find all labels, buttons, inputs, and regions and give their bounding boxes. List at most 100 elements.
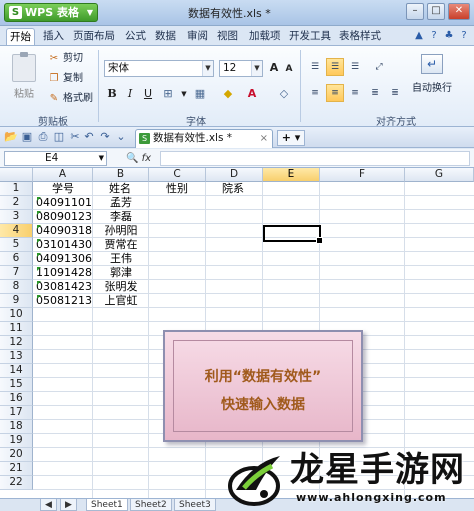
cell-b5[interactable]: 贾常在	[93, 238, 149, 252]
tab-page-layout[interactable]: 页面布局	[70, 28, 118, 46]
underline-button[interactable]: U	[140, 86, 156, 102]
formula-input[interactable]	[160, 151, 470, 166]
font-size-select[interactable]: 12 ▼	[219, 60, 263, 77]
help-icon[interactable]: ?	[428, 30, 440, 42]
align-left-button[interactable]: ≡	[306, 84, 324, 102]
align-middle-button[interactable]: ☰	[326, 58, 344, 76]
column-header-f[interactable]: F	[320, 168, 405, 182]
font-color-icon[interactable]: A	[244, 86, 260, 102]
row-header-11[interactable]: 11	[0, 322, 33, 336]
row-header-17[interactable]: 17	[0, 406, 33, 420]
column-header-b[interactable]: B	[93, 168, 149, 182]
cell-a8[interactable]: 03081423	[36, 280, 92, 294]
row-header-12[interactable]: 12	[0, 336, 33, 350]
column-header-g[interactable]: G	[405, 168, 474, 182]
cell-b6[interactable]: 王伟	[93, 252, 149, 266]
copy-button[interactable]: ❐ 复制	[48, 71, 83, 86]
skin-icon[interactable]: ♣	[443, 30, 455, 42]
sheet-tab-3[interactable]: Sheet3	[174, 499, 216, 511]
row-header-7[interactable]: 7	[0, 266, 33, 280]
tab-table-style[interactable]: 表格样式	[336, 28, 384, 46]
cell-a3[interactable]: 08090123	[36, 210, 92, 224]
row-header-3[interactable]: 3	[0, 210, 33, 224]
sheet-nav-prev[interactable]: ◀	[40, 499, 57, 511]
name-box[interactable]: E4 ▼	[4, 151, 107, 166]
row-header-21[interactable]: 21	[0, 462, 33, 476]
close-button[interactable]: ✕	[448, 3, 470, 20]
cell-a9[interactable]: 05081213	[36, 294, 92, 308]
clear-format-icon[interactable]: ◇	[276, 86, 292, 102]
align-top-button[interactable]: ☰	[306, 58, 324, 76]
wps-menu-button[interactable]: S WPS 表格 ▼	[4, 3, 98, 22]
sheet-tab-2[interactable]: Sheet2	[130, 499, 172, 511]
print-icon[interactable]: ⎙	[36, 130, 50, 144]
row-header-15[interactable]: 15	[0, 378, 33, 392]
grow-font-button[interactable]: A	[266, 60, 282, 76]
row-header-1[interactable]: 1	[0, 182, 33, 196]
format-painter-button[interactable]: ✎ 格式刷	[48, 91, 93, 106]
tab-add-ins[interactable]: 加载项	[246, 28, 284, 46]
minimize-button[interactable]: –	[406, 3, 424, 20]
cell-b3[interactable]: 李磊	[93, 210, 149, 224]
open-icon[interactable]: 📂	[4, 130, 18, 144]
row-header-14[interactable]: 14	[0, 364, 33, 378]
orientation-button[interactable]: ⤢	[370, 58, 388, 76]
row-header-16[interactable]: 16	[0, 392, 33, 406]
cut-icon[interactable]: ✂	[68, 130, 82, 144]
print-preview-icon[interactable]: ◫	[52, 130, 66, 144]
chevron-down-icon[interactable]: ▼	[176, 86, 192, 102]
align-center-button[interactable]: ≡	[326, 84, 344, 102]
cell-a4[interactable]: 04090318	[36, 224, 92, 238]
fill-color-icon[interactable]: ◆	[220, 86, 236, 102]
row-header-13[interactable]: 13	[0, 350, 33, 364]
italic-button[interactable]: I	[122, 86, 138, 102]
new-tab-button[interactable]: + ▾	[277, 130, 305, 146]
row-header-8[interactable]: 8	[0, 280, 33, 294]
sheet-nav-next[interactable]: ▶	[60, 499, 77, 511]
cell-b8[interactable]: 张明发	[93, 280, 149, 294]
border-icon[interactable]: ⊞	[160, 86, 176, 102]
cell-a7[interactable]: 11091428	[36, 266, 92, 280]
bold-button[interactable]: B	[104, 86, 120, 102]
row-header-6[interactable]: 6	[0, 252, 33, 266]
cell-c1[interactable]: 性别	[166, 182, 188, 196]
tab-data[interactable]: 数据	[152, 28, 179, 46]
cut-button[interactable]: ✂ 剪切	[48, 51, 83, 66]
cell-b9[interactable]: 上官虹	[93, 294, 149, 308]
align-bottom-button[interactable]: ☰	[346, 58, 364, 76]
row-header-10[interactable]: 10	[0, 308, 33, 322]
font-name-select[interactable]: 宋体 ▼	[104, 60, 214, 77]
insert-function-button[interactable]: 🔍 fx	[126, 151, 156, 166]
row-header-20[interactable]: 20	[0, 448, 33, 462]
row-header-19[interactable]: 19	[0, 434, 33, 448]
wrap-text-button[interactable]: ↵ 自动换行	[407, 52, 457, 106]
cell-a1[interactable]: 学号	[52, 182, 74, 196]
undo-icon[interactable]: ↶	[82, 130, 96, 144]
row-header-2[interactable]: 2	[0, 196, 33, 210]
justify-button[interactable]: ≣	[366, 84, 384, 102]
cell-d1[interactable]: 院系	[222, 182, 244, 196]
tab-view[interactable]: 视图	[214, 28, 241, 46]
select-all-corner[interactable]	[0, 168, 33, 182]
cell-b7[interactable]: 郭津	[93, 266, 149, 280]
distribute-button[interactable]: ≣	[386, 84, 404, 102]
tab-insert[interactable]: 插入	[40, 28, 67, 46]
cell-b1[interactable]: 姓名	[109, 182, 131, 196]
column-header-d[interactable]: D	[206, 168, 263, 182]
close-tab-icon[interactable]: ×	[260, 130, 268, 147]
column-header-c[interactable]: C	[149, 168, 206, 182]
tab-review[interactable]: 审阅	[184, 28, 211, 46]
collapse-ribbon-icon[interactable]: ▲	[413, 30, 425, 42]
active-cell-e4[interactable]	[263, 225, 323, 244]
shrink-font-button[interactable]: A	[281, 61, 297, 77]
cell-b2[interactable]: 孟芳	[93, 196, 149, 210]
column-header-e[interactable]: E	[263, 168, 320, 182]
row-header-9[interactable]: 9	[0, 294, 33, 308]
column-header-a[interactable]: A	[33, 168, 93, 182]
cell-a5[interactable]: 03101430	[36, 238, 92, 252]
about-icon[interactable]: ?	[458, 30, 470, 42]
row-header-22[interactable]: 22	[0, 476, 33, 490]
sheet-tab-1[interactable]: Sheet1	[86, 499, 128, 511]
cell-a2[interactable]: 04091101	[36, 196, 92, 210]
align-right-button[interactable]: ≡	[346, 84, 364, 102]
